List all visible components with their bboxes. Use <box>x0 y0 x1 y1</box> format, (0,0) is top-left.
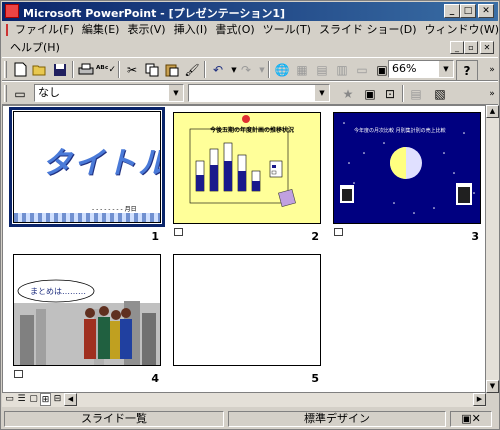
slide-4-speech-text: まとめは……… <box>30 287 86 296</box>
menu-file[interactable]: ファイル(F) <box>11 22 78 38</box>
scroll-up-icon[interactable]: ▲ <box>486 105 499 118</box>
view-bar: ▭ ☰ ▢ ⊞ ⊟ ◀ ▶ <box>2 393 486 407</box>
save-icon[interactable] <box>50 60 70 79</box>
menu-tools[interactable]: ツール(T) <box>259 22 315 38</box>
new-icon[interactable] <box>10 60 30 79</box>
insert-chart-icon[interactable]: ▥ <box>332 60 352 79</box>
slideshow-view-icon[interactable]: ⊟ <box>52 393 63 406</box>
app-window: Microsoft PowerPoint - [プレゼンテーション1] _ □ … <box>0 0 500 430</box>
new-slide-icon[interactable]: ▭ <box>352 60 372 79</box>
copy-icon[interactable] <box>142 60 162 79</box>
vertical-scrollbar[interactable]: ▲ ▼ <box>486 105 499 393</box>
scroll-down-icon[interactable]: ▼ <box>486 380 499 393</box>
hide-slide-icon[interactable]: ⊡ <box>380 84 400 103</box>
spellcheck-icon[interactable]: ᴬᴮᶜ✓ <box>96 60 116 79</box>
help-icon[interactable]: ? <box>456 60 478 81</box>
standard-toolbar: ᴬᴮᶜ✓ ✂ 🖌 ↶ ▼ ↷ ▼ 🌐 ▦ ▤ ▥ ▭ ▣ 66% ▼ ? » <box>2 57 498 81</box>
scroll-right-icon[interactable]: ▶ <box>473 393 486 406</box>
transition-icon[interactable] <box>14 370 23 378</box>
powerpoint-app-icon[interactable] <box>5 4 19 18</box>
slide-view-icon[interactable]: ▢ <box>28 393 39 406</box>
chevron-down-icon[interactable]: ▼ <box>438 61 453 77</box>
transition-icon[interactable] <box>334 228 343 236</box>
slide-thumbnail-3[interactable]: 今年度の月次比較 月別集計別の売上比較 <box>333 112 481 224</box>
transition-icon[interactable] <box>174 228 183 236</box>
slide-thumbnail-2[interactable]: 今後五期の年度計画の推移状況 <box>173 112 321 224</box>
slide-number: 3 <box>471 230 479 243</box>
open-icon[interactable] <box>30 60 50 79</box>
menu-format[interactable]: 書式(O) <box>211 22 258 38</box>
hyperlink-icon[interactable]: 🌐 <box>272 60 292 79</box>
menu-help[interactable]: ヘルプ(H) <box>2 40 64 56</box>
slide-1-title: タイトル <box>42 146 161 181</box>
menu-slideshow[interactable]: スライド ショー(D) <box>315 22 421 38</box>
doc-minimize-button[interactable]: _ <box>450 41 464 54</box>
menu-window[interactable]: ウィンドウ(W) <box>421 22 500 38</box>
chevron-down-icon[interactable]: ▼ <box>168 85 183 101</box>
common-tasks-icon[interactable]: ▭ <box>10 84 30 103</box>
slide-sorter-view-icon[interactable]: ⊞ <box>40 393 51 406</box>
toolbar-options-icon[interactable]: » <box>482 60 500 79</box>
slide-sorter-area: タイトル - - - - - - - - 月日 1 今後五期の年度計画の推移状況 <box>2 105 486 393</box>
zoom-combo[interactable]: 66% ▼ <box>388 60 454 78</box>
summary-slide-icon[interactable]: ▤ <box>406 84 426 103</box>
document-icon[interactable] <box>6 24 8 36</box>
slide-4-graphic <box>14 279 160 365</box>
slide-thumbnail-5[interactable] <box>173 254 321 366</box>
normal-view-icon[interactable]: ▭ <box>4 393 15 406</box>
menu-bar: ファイル(F) 編集(E) 表示(V) 挿入(I) 書式(O) ツール(T) ス… <box>2 21 500 57</box>
minimize-button[interactable]: _ <box>444 4 460 18</box>
doc-restore-button[interactable]: ▫ <box>464 41 478 54</box>
slide-3-caption: 今年度の月次比較 月別集計別の売上比較 <box>354 128 446 134</box>
slide-number: 2 <box>311 230 319 243</box>
title-bar: Microsoft PowerPoint - [プレゼンテーション1] _ □ … <box>2 2 498 21</box>
chevron-down-icon[interactable]: ▼ <box>314 85 329 101</box>
scroll-left-icon[interactable]: ◀ <box>64 393 77 406</box>
style-combo[interactable]: なし ▼ <box>34 84 184 102</box>
window-title: Microsoft PowerPoint - [プレゼンテーション1] <box>23 7 286 20</box>
tables-borders-icon[interactable]: ▦ <box>292 60 312 79</box>
status-view: スライド一覧 <box>4 411 224 427</box>
slide-thumbnail-4[interactable]: まとめは……… <box>13 254 161 366</box>
toolbar-handle[interactable] <box>4 61 7 78</box>
format-painter-icon[interactable]: 🖌 <box>182 60 202 79</box>
maximize-button[interactable]: □ <box>460 4 476 18</box>
formatting-toolbar: ▭ なし ▼ ▼ ★ ▣ ⊡ ▤ ▧ » <box>2 81 498 105</box>
insert-table-icon[interactable]: ▤ <box>312 60 332 79</box>
paste-icon[interactable] <box>162 60 182 79</box>
menu-edit[interactable]: 編集(E) <box>78 22 124 38</box>
spelling-status-icon[interactable]: ▣✕ <box>450 411 492 427</box>
cut-icon[interactable]: ✂ <box>122 60 142 79</box>
font-combo[interactable]: ▼ <box>188 84 330 102</box>
animation-effects-icon[interactable]: ★ <box>338 84 358 103</box>
zoom-value: 66% <box>392 62 417 75</box>
toolbar-options-icon[interactable]: » <box>482 84 500 103</box>
outline-view-icon[interactable]: ☰ <box>16 393 27 406</box>
slide-1-border-pattern <box>14 213 160 222</box>
menu-insert[interactable]: 挿入(I) <box>170 22 212 38</box>
slide-2-chart <box>189 115 296 207</box>
slide-number: 1 <box>151 230 159 243</box>
slide-number: 5 <box>311 372 319 385</box>
toolbar-handle[interactable] <box>4 85 7 102</box>
style-value: なし <box>38 86 60 99</box>
menu-view[interactable]: 表示(V) <box>123 22 169 38</box>
close-button[interactable]: ✕ <box>478 4 494 18</box>
slide-1-footer: - - - - - - - - 月日 <box>92 206 137 213</box>
status-bar: スライド一覧 標準デザイン ▣✕ <box>2 409 498 429</box>
status-design: 標準デザイン <box>228 411 446 427</box>
doc-close-button[interactable]: ✕ <box>480 41 494 54</box>
speaker-notes-icon[interactable]: ▧ <box>430 84 450 103</box>
slide-number: 4 <box>151 372 159 385</box>
print-icon[interactable] <box>76 60 96 79</box>
slide-thumbnail-1[interactable]: タイトル - - - - - - - - 月日 <box>9 107 165 227</box>
slide-transition-icon[interactable]: ▣ <box>360 84 380 103</box>
